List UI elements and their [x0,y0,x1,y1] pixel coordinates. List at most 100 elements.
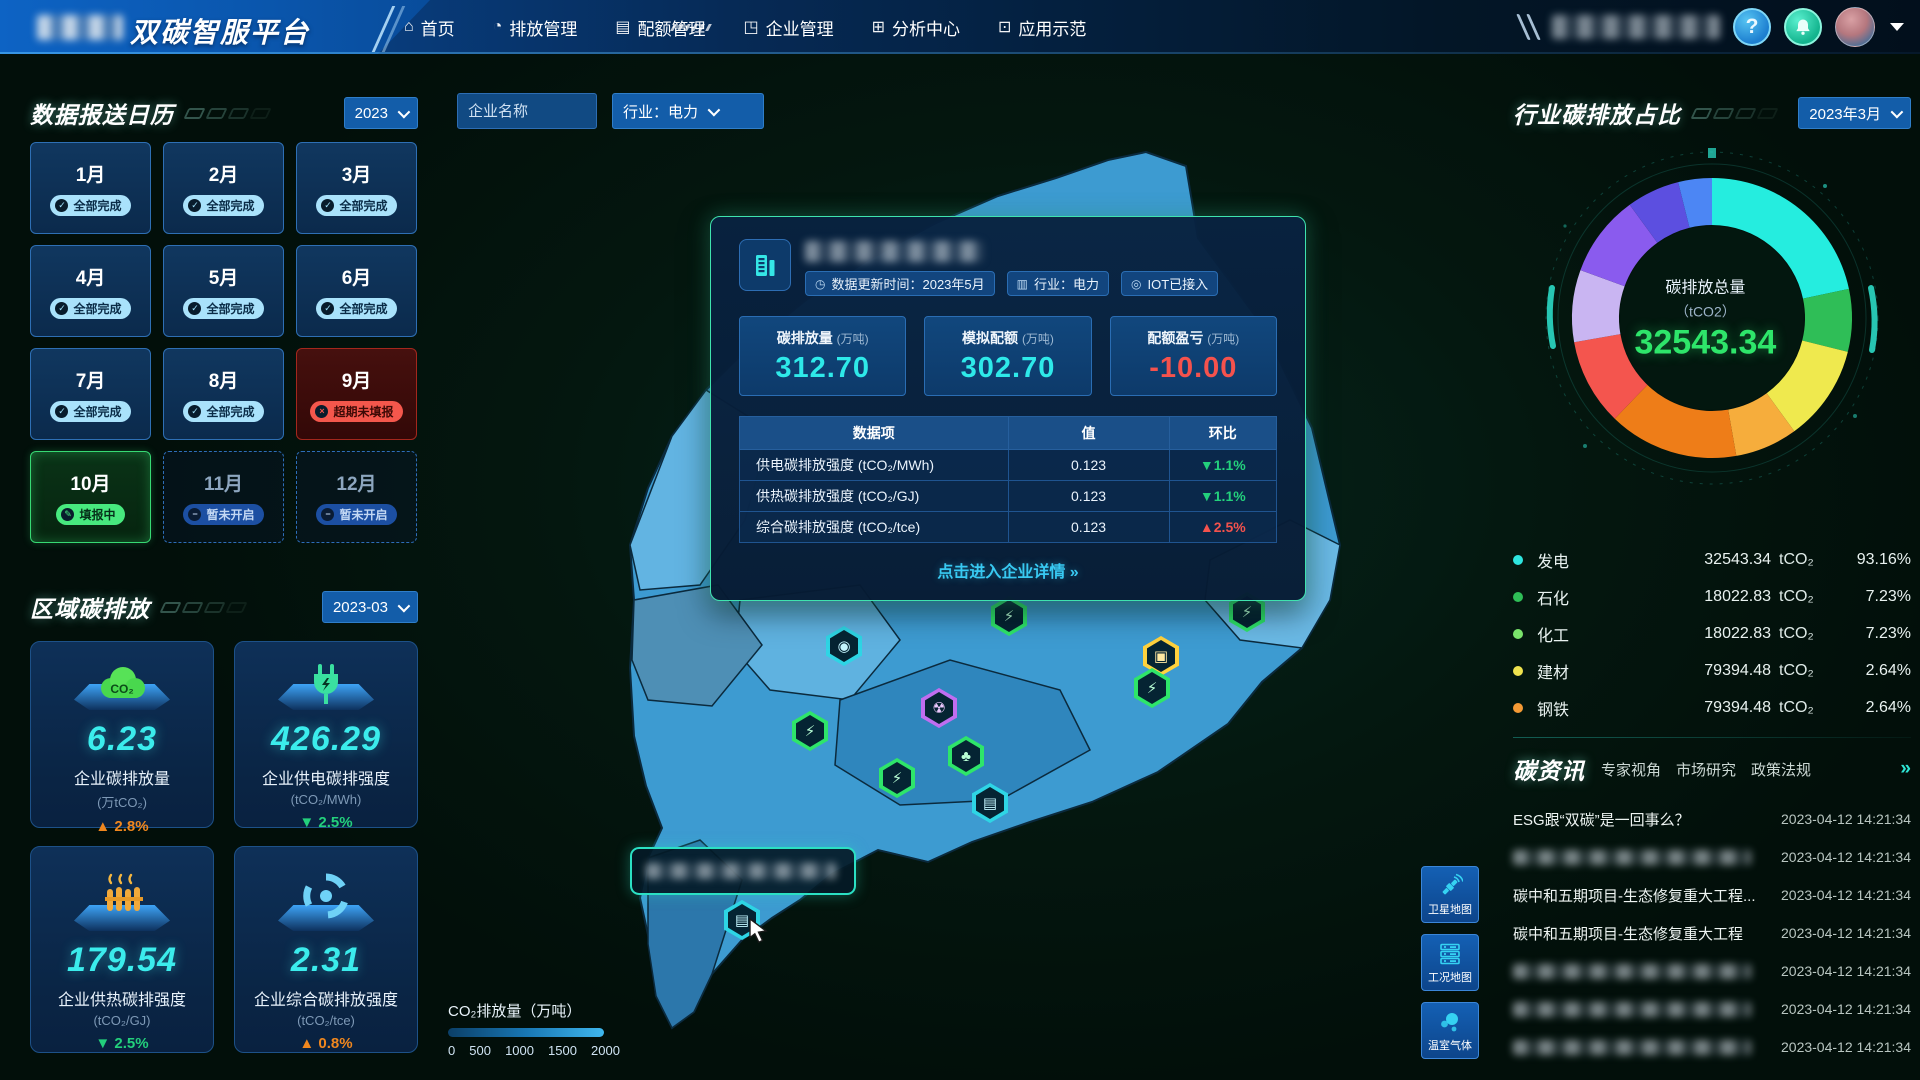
stat-card-emission: CO₂ 6.23 企业碳排放量 (万tCO₂) ▲ 2.8% [30,641,214,828]
nav-right-cluster: ? [1522,0,1904,54]
status-badge: ✓全部完成 [50,195,130,216]
molecules-icon [1437,1009,1463,1035]
gauge-icon: ◉ [830,630,858,662]
minus-icon: − [321,508,334,521]
nav-item-demo[interactable]: ⊡应用示范 [998,15,1086,40]
industry-filter-dropdown[interactable]: 行业：电力 [612,93,764,129]
news-item[interactable]: 碳中和五期项目-生态修复重大工程2023-04-12 14:21:34 [1513,914,1911,952]
condition-map-button[interactable]: 工况地图 [1421,934,1479,991]
calculator-icon: ⊡ [998,17,1011,37]
news-item-redacted[interactable]: 2023-04-12 14:21:34 [1513,838,1911,876]
nav-item-analysis[interactable]: ⊞分析中心 [872,15,960,40]
home-icon: ⌂ [404,18,414,36]
status-badge-pending: −暂未开启 [183,504,263,525]
cross-icon: × [315,405,328,418]
emission-stat: 碳排放量 (万吨) 312.70 [739,316,906,396]
industry-period-dropdown[interactable]: 2023年3月 [1798,97,1911,129]
news-item-redacted[interactable]: 2023-04-12 14:21:34 [1513,952,1911,990]
title-decoration [1693,108,1776,119]
chevron-down-icon [398,599,411,612]
month-card-jun[interactable]: 6月✓全部完成 [296,245,417,337]
intensity-table: 数据项 值 环比 供电碳排放强度 (tCO₂/MWh) 0.123 ▼1.1% … [739,416,1277,543]
satellite-map-button[interactable]: 卫星地图 [1421,866,1479,923]
month-card-jul[interactable]: 7月✓全部完成 [30,348,151,440]
status-badge: ✓全部完成 [316,195,396,216]
status-badge: ✓全部完成 [316,298,396,319]
map-search-row: 行业：电力 [457,93,764,129]
panel-divider [1513,737,1911,738]
svg-text:CO₂: CO₂ [110,682,133,696]
chevron-down-icon[interactable] [1890,23,1904,31]
status-badge: ✓全部完成 [50,401,130,422]
lightning-icon: ⚡ [883,762,911,794]
nav-item-enterprise[interactable]: ◳企业管理 [743,15,833,40]
news-tabs: 专家视角 市场研究 政策法规 [1601,759,1811,780]
barrel-icon: ▣ [1147,640,1175,672]
month-card-may[interactable]: 5月✓全部完成 [163,245,284,337]
balance-stat: 配额盈亏 (万吨) -10.00 [1110,316,1277,396]
legend-row-chemical: 化工18022.83tCO₂7.23% [1513,622,1911,646]
dashboard-root: { "nav": { "logo": "双碳智服平台", "items": [ … [0,0,1920,1080]
user-avatar[interactable] [1835,7,1875,47]
title-decoration [162,602,245,613]
popup-stats: 碳排放量 (万吨) 312.70 模拟配额 (万吨) 302.70 配额盈亏 (… [739,316,1277,396]
iot-tag: ◎IOT已接入 [1121,271,1218,296]
month-card-feb[interactable]: 2月✓全部完成 [163,142,284,234]
mouse-cursor-icon [748,918,772,944]
month-card-oct[interactable]: 10月✎填报中 [30,451,151,543]
region-period-dropdown[interactable]: 2023-03 [322,591,418,623]
minus-icon: − [188,508,201,521]
calendar-panel-title: 数据报送日历 [30,96,174,130]
change-down: ▼ 2.5% [95,1035,148,1052]
tab-policy[interactable]: 政策法规 [1751,759,1811,780]
check-icon: ✓ [321,302,334,315]
legend-row-building: 建材79394.48tCO₂2.64% [1513,659,1911,683]
greenhouse-gas-button[interactable]: 温室气体 [1421,1002,1479,1059]
month-card-sep[interactable]: 9月×超期未填报 [296,348,417,440]
iot-icon: ◎ [1131,277,1141,291]
enter-company-detail-link[interactable]: 点击进入企业详情 » [739,558,1277,582]
industry-tag: ▥行业：电力 [1007,271,1109,296]
radiator-heat-icon [95,869,149,923]
company-search-input[interactable] [457,93,597,129]
news-item[interactable]: 碳中和五期项目-生态修复重大工程...2023-04-12 14:21:34 [1513,876,1911,914]
carbon-total-value: 32543.34 [1595,324,1815,363]
calendar-year-dropdown[interactable]: 2023 [344,97,418,129]
nav-item-quota[interactable]: ▤配额管理 [615,15,705,40]
legend-dot [1513,703,1523,713]
check-icon: ✓ [188,405,201,418]
help-button[interactable]: ? [1733,8,1771,46]
status-badge: ✓全部完成 [183,401,263,422]
update-time-tag: ◷数据更新时间：2023年5月 [805,271,995,296]
notification-bell-button[interactable] [1784,8,1822,46]
tab-expert-view[interactable]: 专家视角 [1601,759,1661,780]
map-company-tooltip [630,847,856,895]
nav-item-emission[interactable]: ◔排放管理 [493,15,578,40]
popup-tags: ◷数据更新时间：2023年5月 ▥行业：电力 ◎IOT已接入 [805,271,1218,296]
news-more-arrow[interactable]: » [1900,758,1911,780]
change-down: ▼ 2.5% [299,814,352,831]
data-report-calendar-panel: 数据报送日历 2023 1月✓全部完成 2月✓全部完成 3月✓全部完成 4月✓全… [30,96,418,543]
chevron-down-icon [708,103,721,116]
month-card-dec[interactable]: 12月−暂未开启 [296,451,417,543]
tab-market-research[interactable]: 市场研究 [1676,759,1736,780]
radiation-icon: ☢ [925,692,953,724]
nav-item-home[interactable]: ⌂首页 [404,15,455,40]
news-item-redacted[interactable]: 2023-04-12 14:21:34 [1513,990,1911,1028]
donut-center-text: 碳排放总量 （tCO2） 32543.34 [1595,274,1815,363]
check-icon: ✓ [188,302,201,315]
news-item[interactable]: ESG跟“双碳”是一回事么？2023-04-12 14:21:34 [1513,800,1911,838]
platform-logo: 双碳智服平台 [130,11,310,51]
month-card-apr[interactable]: 4月✓全部完成 [30,245,151,337]
news-item-redacted[interactable]: 2023-04-12 14:21:34 [1513,1028,1911,1066]
legend-row-petrochem: 石化18022.83tCO₂7.23% [1513,585,1911,609]
month-card-aug[interactable]: 8月✓全部完成 [163,348,284,440]
month-card-nov[interactable]: 11月−暂未开启 [163,451,284,543]
region-stat-grid: CO₂ 6.23 企业碳排放量 (万tCO₂) ▲ 2.8% 426.29 企业… [30,641,418,1053]
month-card-mar[interactable]: 3月✓全部完成 [296,142,417,234]
table-row: 供电碳排放强度 (tCO₂/MWh) 0.123 ▼1.1% [740,450,1277,481]
month-card-jan[interactable]: 1月✓全部完成 [30,142,151,234]
industry-panel-title: 行业碳排放占比 [1513,96,1681,130]
map-layer-buttons: 卫星地图 工况地图 温室气体 [1421,866,1479,1059]
status-badge: ✓全部完成 [183,298,263,319]
